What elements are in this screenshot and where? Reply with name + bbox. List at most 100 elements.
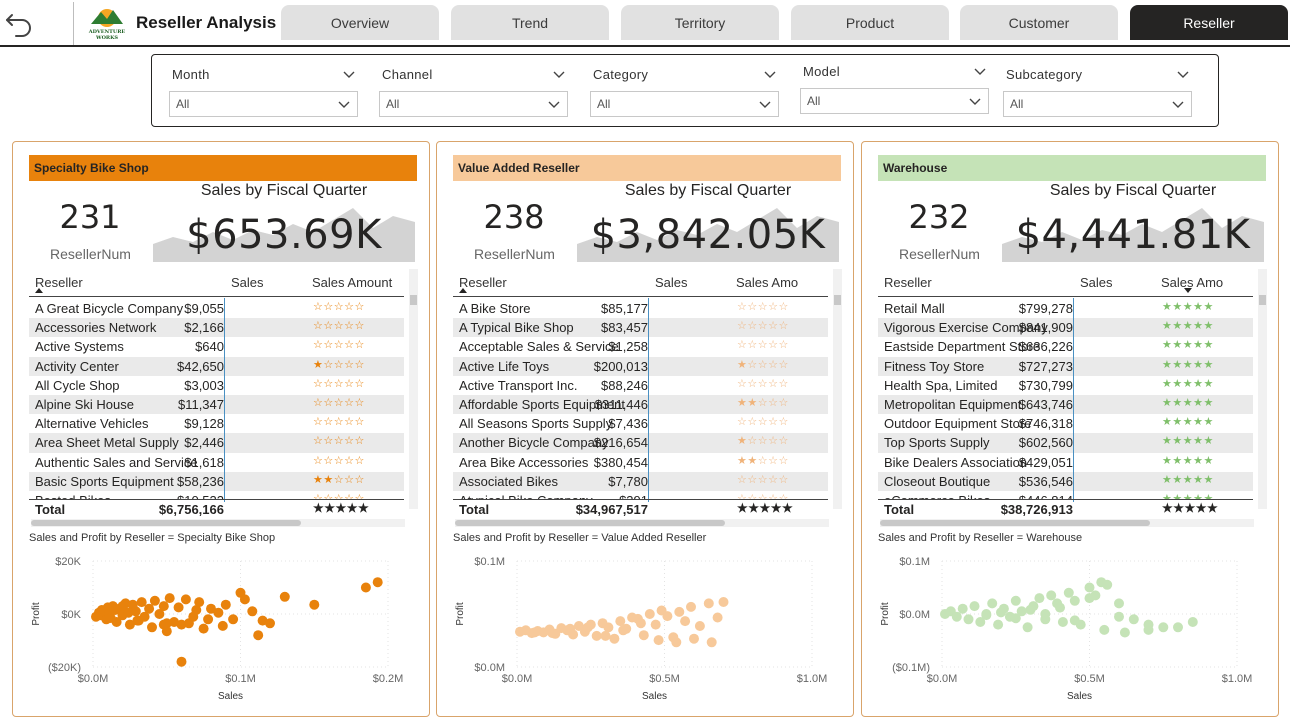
table-row[interactable]: Alpine Ski House $11,347 ☆☆☆☆☆ <box>29 394 404 415</box>
table-row[interactable]: Alternative Vehicles $9,128 ☆☆☆☆☆ <box>29 414 404 433</box>
table-row[interactable]: A Great Bicycle Company $9,055 ☆☆☆☆☆ <box>29 299 404 318</box>
table-row[interactable]: All Seasons Sports Supply $7,436 ☆☆☆☆☆ <box>453 414 828 433</box>
scatter-point[interactable] <box>996 607 1006 618</box>
scatter-point[interactable] <box>132 615 143 626</box>
table-row[interactable]: Area Sheet Metal Supply $2,446 ☆☆☆☆☆ <box>29 433 404 453</box>
scatter-point[interactable] <box>653 635 664 646</box>
scatter-point[interactable] <box>1114 611 1124 622</box>
scatter-point[interactable] <box>1128 614 1139 625</box>
scatter-point[interactable] <box>993 619 1004 630</box>
scatter-point[interactable] <box>309 599 320 610</box>
table-row[interactable]: Eastside Department Store $636,226 ★★★★★ <box>878 337 1253 356</box>
scatter-point[interactable] <box>694 621 705 631</box>
scatter-point[interactable] <box>650 619 661 630</box>
scatter-point[interactable] <box>981 610 992 621</box>
scatter-point[interactable] <box>969 601 980 612</box>
table-vertical-scrollbar[interactable] <box>1258 269 1267 509</box>
table-row[interactable]: Fitness Toy Store $727,273 ★★★★★ <box>878 356 1253 376</box>
scatter-point[interactable] <box>253 630 264 641</box>
scatter-point[interactable] <box>176 656 187 667</box>
sales-kpi-sparkline[interactable]: Sales by Fiscal Quarter $4,441.81K <box>1002 182 1264 262</box>
scatter-point[interactable] <box>600 630 611 641</box>
chevron-down-icon[interactable] <box>342 67 356 81</box>
scatter-point[interactable] <box>164 593 175 604</box>
table-row[interactable]: Outdoor Equipment Store $746,318 ★★★★★ <box>878 414 1253 433</box>
filter-dropdown[interactable]: All <box>379 91 568 117</box>
scrollbar-thumb[interactable] <box>410 295 417 305</box>
scatter-point[interactable] <box>671 637 682 648</box>
chevron-down-icon[interactable] <box>1176 67 1190 81</box>
scatter-point[interactable] <box>1034 593 1045 604</box>
table-row[interactable]: Retail Mall $799,278 ★★★★★ <box>878 299 1253 318</box>
column-header-sales[interactable]: Sales <box>1080 275 1113 290</box>
scatter-point[interactable] <box>706 637 717 648</box>
scatter-point[interactable] <box>149 595 160 606</box>
scatter-point[interactable] <box>635 618 646 629</box>
column-header-sales[interactable]: Sales <box>231 275 264 290</box>
scatter-point[interactable] <box>1025 604 1036 615</box>
scatter-point[interactable] <box>217 620 228 631</box>
column-header-sales-amount[interactable]: Sales Amo <box>736 275 828 290</box>
scatter-point[interactable] <box>1099 624 1110 635</box>
scatter-point[interactable] <box>963 614 974 625</box>
filter-dropdown[interactable]: All <box>800 88 989 114</box>
sales-kpi-sparkline[interactable]: Sales by Fiscal Quarter $3,842.05K <box>577 182 839 262</box>
table-row[interactable]: Vigorous Exercise Company $841,909 ★★★★★ <box>878 318 1253 338</box>
scatter-point[interactable] <box>1022 622 1033 633</box>
scatter-point[interactable] <box>1114 598 1124 609</box>
column-header-reseller[interactable]: Reseller <box>884 275 932 290</box>
table-row[interactable]: Area Bike Accessories $380,454 ★★☆☆☆ <box>453 453 828 472</box>
scatter-point[interactable] <box>1040 609 1051 619</box>
scatter-point[interactable] <box>279 591 290 602</box>
filter-dropdown[interactable]: All <box>590 91 779 117</box>
scatter-point[interactable] <box>1046 590 1057 601</box>
tab-customer[interactable]: Customer <box>960 5 1118 40</box>
tab-product[interactable]: Product <box>791 5 949 40</box>
table-row[interactable]: Another Bicycle Company $216,654 ★☆☆☆☆ <box>453 433 828 453</box>
table-row[interactable]: Bike Dealers Association $429,051 ★★★★★ <box>878 453 1253 472</box>
scatter-point[interactable] <box>220 599 231 610</box>
scatter-point[interactable] <box>565 623 576 634</box>
scatter-point[interactable] <box>1010 595 1021 606</box>
table-row[interactable]: Accessories Network $2,166 ☆☆☆☆☆ <box>29 318 404 338</box>
table-row[interactable]: A Bike Store $85,177 ☆☆☆☆☆ <box>453 299 828 318</box>
scatter-point[interactable] <box>213 607 224 618</box>
scatter-point[interactable] <box>198 623 209 634</box>
scatter-point[interactable] <box>718 597 729 607</box>
scrollbar-thumb[interactable] <box>880 520 1150 526</box>
table-horizontal-scrollbar[interactable] <box>455 519 829 527</box>
scatter-point[interactable] <box>957 603 968 614</box>
scrollbar-thumb[interactable] <box>1259 295 1266 305</box>
filter-dropdown[interactable]: All <box>169 91 358 117</box>
table-row[interactable]: Basic Sports Equipment $58,236 ★★☆☆☆ <box>29 471 404 491</box>
scatter-point[interactable] <box>1069 615 1080 626</box>
scatter-point[interactable] <box>1158 622 1169 633</box>
scatter-point[interactable] <box>117 601 128 612</box>
scatter-point[interactable] <box>703 598 714 609</box>
scatter-point[interactable] <box>1187 617 1198 627</box>
table-row[interactable]: Acceptable Sales & Service $1,258 ☆☆☆☆☆ <box>453 337 828 356</box>
scatter-point[interactable] <box>247 606 258 617</box>
table-row[interactable]: Metropolitan Equipment $643,746 ★★★★★ <box>878 394 1253 415</box>
scatter-point[interactable] <box>1084 582 1095 593</box>
scatter-point[interactable] <box>158 601 169 612</box>
scatter-point[interactable] <box>951 611 962 622</box>
scatter-point[interactable] <box>712 612 723 623</box>
scatter-point[interactable] <box>228 614 239 625</box>
table-row[interactable]: Associated Bikes $7,780 ☆☆☆☆☆ <box>453 471 828 491</box>
scatter-point[interactable] <box>618 625 629 636</box>
scatter-point[interactable] <box>609 633 620 644</box>
scatter-point[interactable] <box>638 630 649 641</box>
scatter-point[interactable] <box>1084 593 1095 604</box>
table-row[interactable]: Closeout Boutique $536,546 ★★★★★ <box>878 471 1253 491</box>
table-row[interactable]: Active Transport Inc. $88,246 ☆☆☆☆☆ <box>453 376 828 395</box>
tab-overview[interactable]: Overview <box>281 5 439 40</box>
table-row[interactable]: Activity Center $42,650 ★☆☆☆☆ <box>29 356 404 376</box>
tab-trend[interactable]: Trend <box>451 5 609 40</box>
table-row[interactable]: Active Systems $640 ☆☆☆☆☆ <box>29 337 404 356</box>
table-row[interactable]: Affordable Sports Equipment $311,446 ★★☆☆☆ <box>453 394 828 415</box>
scrollbar-thumb[interactable] <box>31 520 301 526</box>
scatter-point[interactable] <box>1055 602 1065 613</box>
scatter-point[interactable] <box>203 614 214 625</box>
scatter-point[interactable] <box>173 602 184 613</box>
